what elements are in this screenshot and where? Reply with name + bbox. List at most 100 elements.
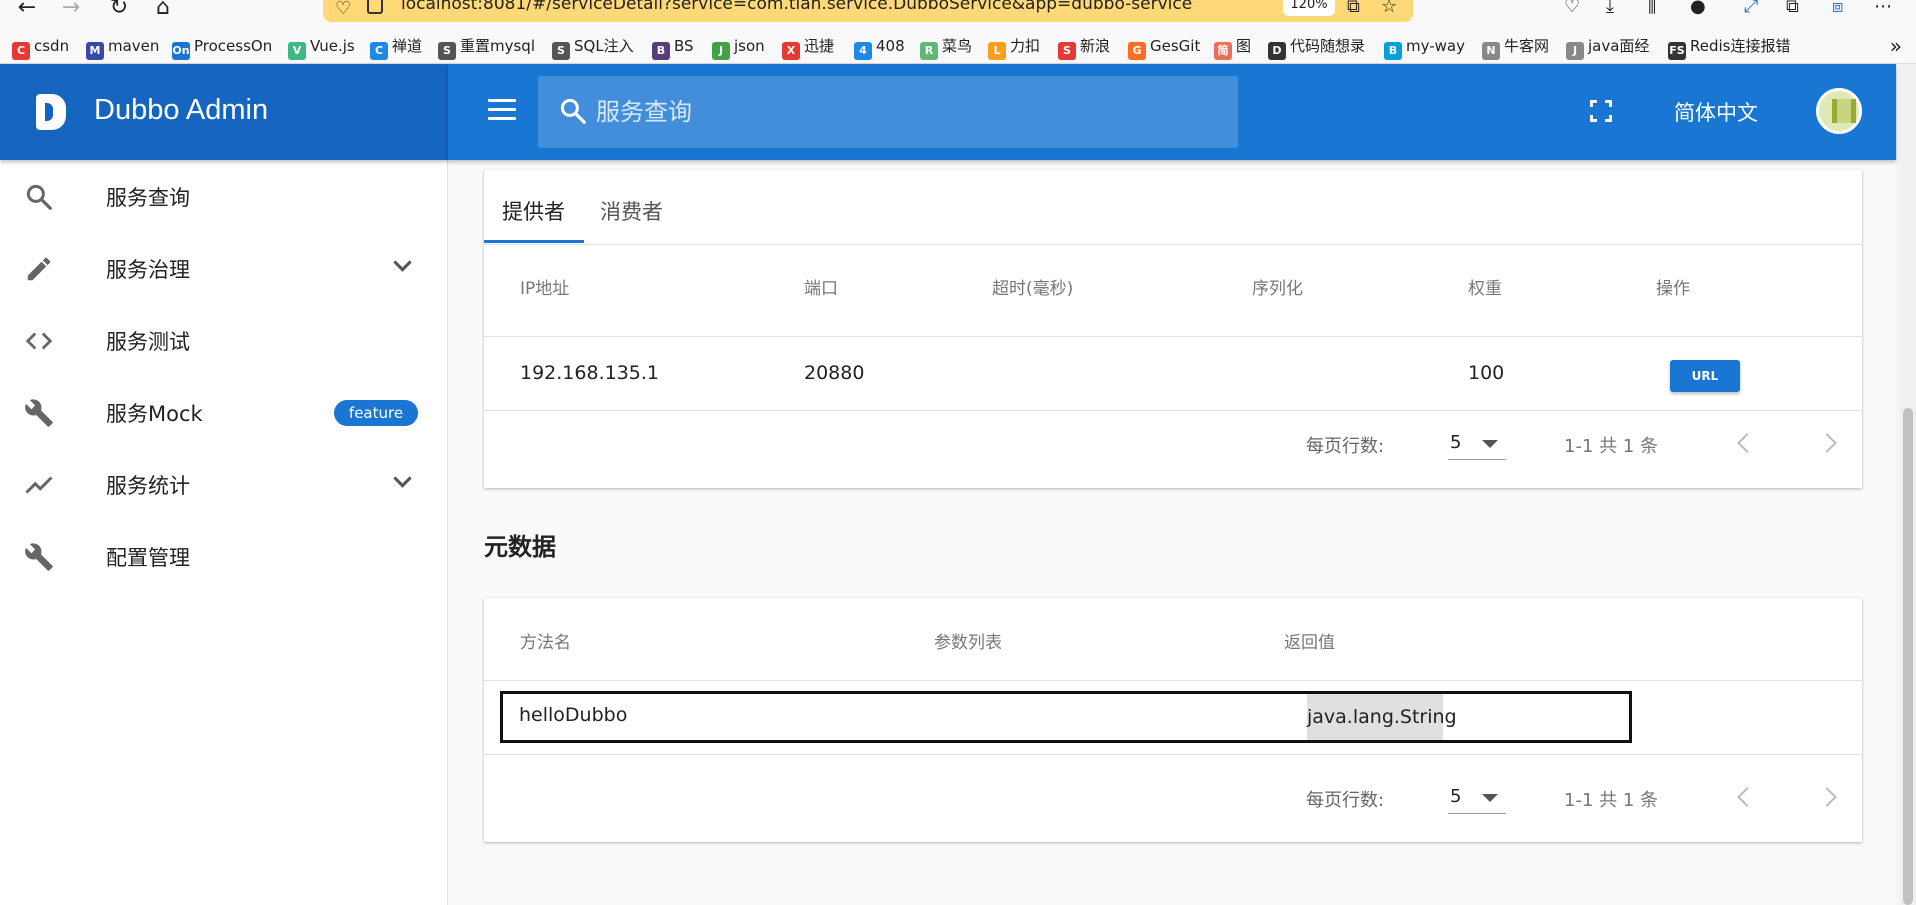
bookmark-item[interactable]: V Vue.js bbox=[288, 36, 355, 60]
bookmark-label: 代码随想录 bbox=[1290, 37, 1366, 55]
search-input[interactable] bbox=[596, 94, 1196, 130]
column-header[interactable]: 超时(毫秒) bbox=[992, 274, 1073, 299]
reload-icon[interactable]: ↻ bbox=[104, 0, 134, 22]
table-row[interactable]: helloDubbo java.lang.String bbox=[500, 691, 1632, 743]
fullscreen-icon[interactable] bbox=[1590, 100, 1612, 122]
zoom-level[interactable]: 120% bbox=[1283, 0, 1335, 16]
bookmark-item[interactable]: R 菜鸟 bbox=[920, 36, 973, 60]
tab-providers[interactable]: 提供者 bbox=[502, 196, 565, 226]
bookmark-item[interactable]: Mmaven bbox=[86, 36, 160, 60]
bookmark-item[interactable]: X 迅捷 bbox=[782, 36, 835, 60]
bookmark-item[interactable]: S 新浪 bbox=[1058, 36, 1110, 60]
url-button[interactable]: URL bbox=[1670, 360, 1740, 392]
library-icon[interactable]: ⫼ bbox=[1648, 0, 1656, 17]
bookmark-item[interactable]: 4 408 bbox=[854, 36, 905, 60]
info-icon[interactable]: ● bbox=[1690, 0, 1706, 17]
column-header[interactable]: 权重 bbox=[1468, 274, 1502, 299]
bookmark-label: SQL注入 bbox=[574, 37, 634, 55]
search-icon bbox=[560, 98, 586, 124]
scrollbar-thumb[interactable] bbox=[1903, 408, 1913, 905]
sidebar-item-service-mock[interactable]: 服务Mock feature bbox=[0, 376, 448, 448]
section-title-metadata: 元数据 bbox=[484, 533, 556, 561]
column-header[interactable]: 方法名 bbox=[520, 628, 571, 653]
bookmark-item[interactable]: Jjson bbox=[712, 36, 765, 60]
rows-per-page-value: 5 bbox=[1450, 432, 1462, 453]
bookmark-label: maven bbox=[108, 37, 160, 55]
bookmark-favicon-icon: X bbox=[782, 42, 800, 60]
bookmark-favicon-icon: J bbox=[712, 42, 730, 60]
bookmarks-overflow-icon[interactable]: » bbox=[1890, 34, 1902, 58]
bookmark-favicon-icon: C bbox=[370, 42, 388, 60]
chevron-down-icon[interactable] bbox=[392, 470, 412, 490]
chevron-right-icon[interactable] bbox=[1817, 433, 1837, 453]
url-text[interactable]: localhost:8081/#/serviceDetail?service=c… bbox=[401, 0, 1192, 14]
back-arrow-icon[interactable]: ← bbox=[12, 0, 42, 22]
avatar[interactable] bbox=[1816, 88, 1862, 134]
bookmark-item[interactable]: G GesGit bbox=[1128, 36, 1200, 60]
bookmark-favicon-icon: D bbox=[1268, 42, 1286, 60]
bookmark-item[interactable]: N 牛客网 bbox=[1482, 36, 1549, 60]
bookmark-item[interactable]: D 代码随想录 bbox=[1268, 36, 1366, 60]
bookmark-star-icon[interactable]: ☆ bbox=[1381, 0, 1397, 17]
tab-consumers[interactable]: 消费者 bbox=[600, 196, 663, 226]
bookmark-item[interactable]: B BS bbox=[652, 36, 694, 60]
chevron-left-icon[interactable] bbox=[1737, 433, 1757, 453]
bookmark-item[interactable]: Jjava面经 bbox=[1566, 36, 1649, 60]
language-selector[interactable]: 简体中文 bbox=[1674, 97, 1758, 127]
rows-per-page-label: 每页行数: bbox=[1306, 436, 1385, 457]
home-icon[interactable]: ⌂ bbox=[148, 0, 178, 22]
feature-badge: feature bbox=[334, 400, 418, 426]
url-bar[interactable]: ♡ localhost:8081/#/serviceDetail?service… bbox=[323, 0, 1413, 22]
bookmark-favicon-icon: S bbox=[552, 42, 570, 60]
extension-icon[interactable]: ⤢ bbox=[1744, 0, 1758, 17]
column-header[interactable]: 参数列表 bbox=[934, 628, 1002, 653]
chevron-right-icon[interactable] bbox=[1817, 787, 1837, 807]
rows-per-page-select[interactable]: 5 bbox=[1448, 426, 1506, 460]
rows-per-page-select[interactable]: 5 bbox=[1448, 780, 1506, 814]
bookmark-favicon-icon: C bbox=[12, 42, 30, 60]
download-icon[interactable]: ⤓ bbox=[1606, 0, 1614, 17]
sidebar-item-service-query[interactable]: 服务查询 bbox=[0, 160, 448, 232]
pocket-icon[interactable]: ♡ bbox=[1564, 0, 1580, 17]
sidebar-item-config-management[interactable]: 配置管理 bbox=[0, 520, 448, 592]
bookmark-item[interactable]: S SQL注入 bbox=[552, 36, 634, 60]
page-icon bbox=[367, 0, 383, 14]
bookmark-item[interactable]: S 重置mysql bbox=[438, 36, 535, 60]
column-header[interactable]: 序列化 bbox=[1252, 274, 1303, 299]
container-icon[interactable]: ⧉ bbox=[1786, 0, 1799, 17]
chevron-down-icon[interactable] bbox=[392, 254, 412, 274]
bookmark-item[interactable]: Ccsdn bbox=[12, 36, 69, 60]
translate-ext-icon[interactable]: ⧈ bbox=[1832, 0, 1843, 17]
column-header[interactable]: 端口 bbox=[804, 274, 838, 299]
search-box[interactable] bbox=[538, 76, 1238, 148]
forward-arrow-icon[interactable]: → bbox=[56, 0, 86, 22]
column-header[interactable]: 返回值 bbox=[1284, 628, 1335, 653]
translate-icon[interactable]: ⧉ bbox=[1347, 0, 1360, 17]
chevron-left-icon[interactable] bbox=[1737, 787, 1757, 807]
app-title: Dubbo Admin bbox=[94, 94, 269, 126]
sidebar-item-service-governance[interactable]: 服务治理 bbox=[0, 232, 448, 304]
sidebar: 服务查询 服务治理 服务测试 服务Mock feature 服务统计 配置管理 bbox=[0, 160, 448, 905]
bookmark-item[interactable]: 简图 bbox=[1214, 36, 1251, 60]
sidebar-item-service-statistics[interactable]: 服务统计 bbox=[0, 448, 448, 520]
providers-card: 提供者 消费者 IP地址 端口 超时(毫秒) 序列化 权重 操作 192.168… bbox=[484, 170, 1862, 488]
bookmark-item[interactable]: C 禅道 bbox=[370, 36, 422, 60]
menu-dots-icon[interactable]: ⋯ bbox=[1874, 0, 1892, 17]
ip-cell: 192.168.135.1 bbox=[520, 362, 660, 384]
divider bbox=[484, 244, 1862, 245]
column-header[interactable]: IP地址 bbox=[520, 274, 569, 299]
divider bbox=[484, 336, 1862, 337]
bookmark-label: 重置mysql bbox=[460, 37, 535, 55]
hamburger-menu-icon[interactable] bbox=[488, 99, 516, 121]
bookmark-item[interactable]: FS Redis连接报错 bbox=[1668, 36, 1790, 60]
method-name-cell: helloDubbo bbox=[519, 704, 628, 726]
bookmark-label: 菜鸟 bbox=[942, 37, 973, 55]
bookmark-item[interactable]: On ProcessOn bbox=[172, 36, 272, 60]
bookmark-favicon-icon: FS bbox=[1668, 42, 1686, 60]
bookmark-item[interactable]: L 力扣 bbox=[988, 36, 1040, 60]
tab-underline bbox=[484, 240, 584, 243]
bookmark-label: 迅捷 bbox=[804, 37, 835, 55]
bookmark-item[interactable]: Bmy-way bbox=[1384, 36, 1465, 60]
sidebar-item-label: 服务Mock bbox=[106, 402, 203, 426]
sidebar-item-service-test[interactable]: 服务测试 bbox=[0, 304, 448, 376]
